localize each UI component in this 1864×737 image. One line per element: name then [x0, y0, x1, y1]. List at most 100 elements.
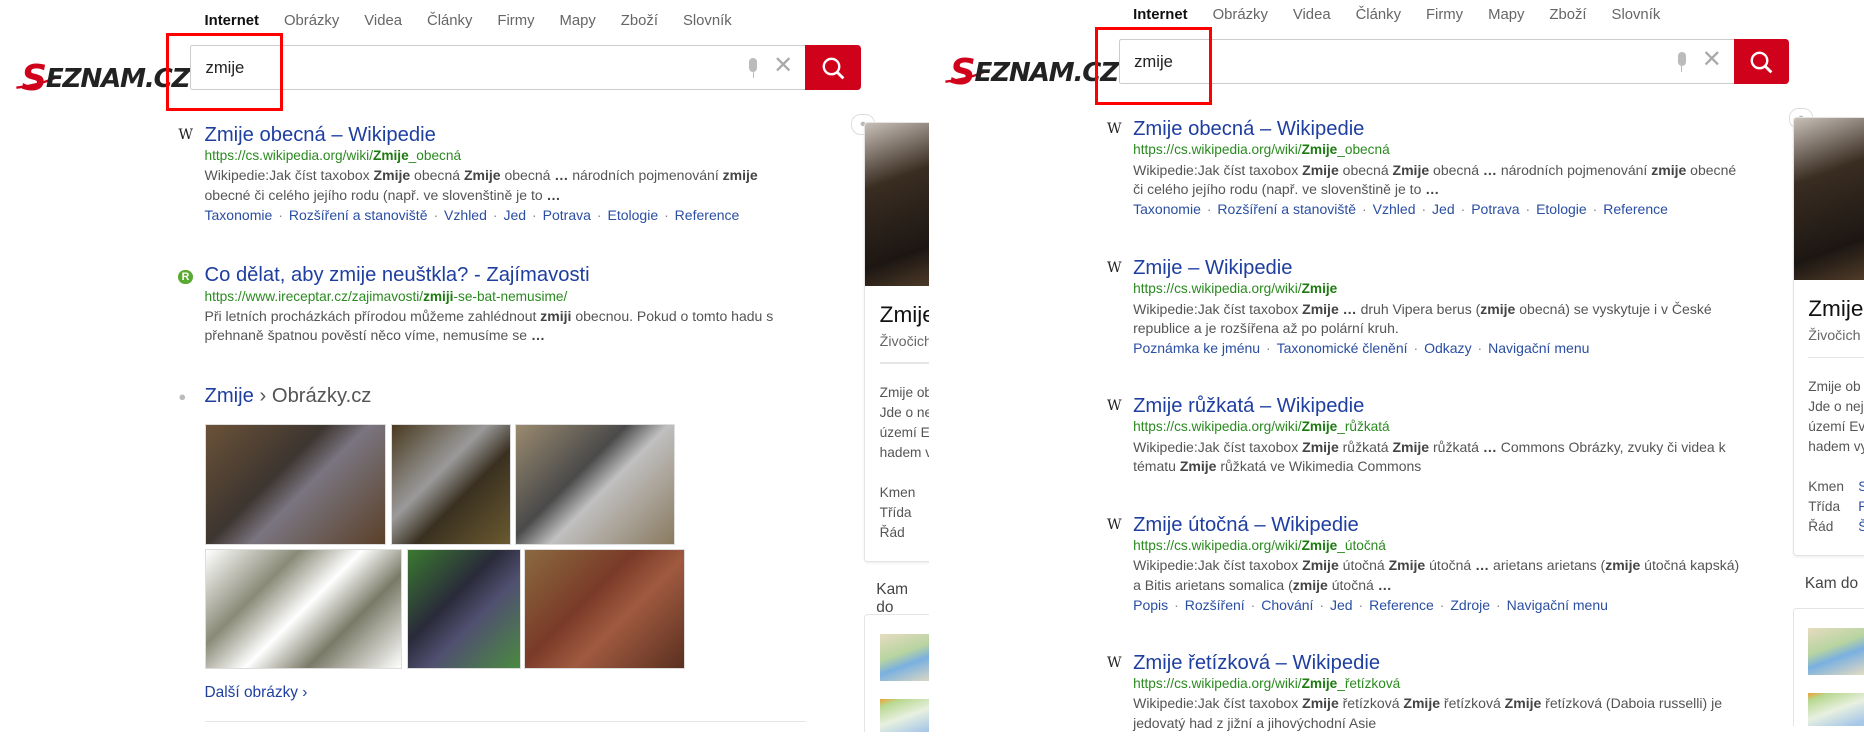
result-url[interactable]: https://www.ireceptar.cz/zajimavosti/zmi… [205, 287, 797, 307]
sitelink[interactable]: Navigační menu [1507, 597, 1608, 613]
snippet-segment: … [1482, 438, 1497, 455]
result-url[interactable]: https://cs.wikipedia.org/wiki/Zmije [1133, 279, 1749, 299]
sitelink[interactable]: Jed [503, 207, 526, 223]
result-title-link[interactable]: Zmije útočná – Wikipedie [1133, 514, 1749, 537]
result-title-link[interactable]: Zmije obecná – Wikipedie [1133, 118, 1749, 141]
snippet-segment: Zmije [1392, 438, 1430, 455]
wikipedia-icon: W [1106, 260, 1122, 277]
clear-icon[interactable]: ✕ [1702, 47, 1722, 73]
divider [1808, 356, 1864, 358]
tab-zboží[interactable]: Zboží [1549, 7, 1586, 23]
tab-firmy[interactable]: Firmy [497, 13, 534, 29]
result-title-link[interactable]: Zmije obecná – Wikipedie [205, 124, 797, 147]
snippet-segment: zmije [1480, 300, 1516, 317]
image-thumbnail[interactable] [391, 424, 512, 545]
url-segment: Zmije [1301, 281, 1338, 297]
result-url[interactable]: https://cs.wikipedia.org/wiki/Zmije_řetí… [1133, 674, 1749, 694]
result-url[interactable]: https://cs.wikipedia.org/wiki/Zmije_útoč… [1133, 536, 1749, 556]
map-thumbnail[interactable] [879, 633, 929, 682]
microphone-icon[interactable] [749, 58, 758, 79]
sitelink[interactable]: Potrava [1471, 201, 1519, 217]
image-thumbnail[interactable] [204, 549, 402, 670]
sitelink[interactable]: Chování [1261, 597, 1313, 613]
description-line: Jde o nej [879, 404, 929, 420]
image-thumbnail[interactable] [514, 424, 676, 545]
tab-videa[interactable]: Videa [364, 13, 402, 29]
tab-mapy[interactable]: Mapy [1488, 7, 1524, 23]
sitelink[interactable]: Etologie [607, 207, 658, 223]
tab-firmy[interactable]: Firmy [1426, 7, 1463, 23]
sitelink[interactable]: Popis [1133, 597, 1168, 613]
sitelink[interactable]: Taxonomie [205, 207, 273, 223]
tab-internet[interactable]: Internet [205, 13, 260, 29]
sitelink[interactable]: Taxonomie [1133, 201, 1201, 217]
separator-dot: · [1460, 200, 1466, 217]
sitelink[interactable]: Jed [1432, 201, 1455, 217]
sitelink[interactable]: Odkazy [1424, 340, 1472, 356]
search-button[interactable] [1733, 39, 1790, 85]
fact-value[interactable]: Š [1858, 517, 1864, 537]
result-url[interactable]: https://cs.wikipedia.org/wiki/Zmije_obec… [205, 146, 797, 166]
sitelink[interactable]: Reference [1603, 201, 1668, 217]
sitelink[interactable]: Rozšíření a stanoviště [289, 207, 428, 223]
tab-obrázky[interactable]: Obrázky [284, 13, 339, 29]
sitelink[interactable]: Rozšíření [1185, 597, 1245, 613]
sitelink[interactable]: Rozšíření a stanoviště [1217, 201, 1356, 217]
sitelink[interactable]: Poznámka ke jménu [1133, 340, 1260, 356]
knowledge-title: Zmije obecná [1808, 295, 1864, 321]
image-thumbnail[interactable] [524, 549, 685, 670]
result-title-link[interactable]: Zmije řetízková – Wikipedie [1133, 652, 1749, 675]
sitelink[interactable]: Vzhled [444, 207, 487, 223]
seznam-logo[interactable]: SEZNAM.CZ [943, 46, 1119, 93]
tab-články[interactable]: Články [1356, 7, 1401, 23]
snippet-segment: útočná [1338, 557, 1389, 574]
image-query-link[interactable]: Zmije [205, 385, 254, 407]
result-title-link[interactable]: Zmije růžkatá – Wikipedie [1133, 395, 1749, 418]
fact-value[interactable]: S [1858, 477, 1864, 497]
image-thumbnail[interactable] [204, 424, 387, 545]
sitelink[interactable]: Vzhled [1373, 201, 1416, 217]
tab-slovník[interactable]: Slovník [1612, 7, 1661, 23]
clear-icon[interactable]: ✕ [773, 53, 793, 79]
search-input-value[interactable]: zmije [1134, 52, 1173, 72]
more-images-link[interactable]: Další obrázky › [205, 684, 308, 702]
url-segment: _řetízková [1337, 676, 1401, 692]
result-title-link[interactable]: Zmije – Wikipedie [1133, 257, 1749, 280]
result-url[interactable]: https://cs.wikipedia.org/wiki/Zmije_obec… [1133, 140, 1749, 160]
sitelink[interactable]: Reference [675, 207, 740, 223]
sitelink[interactable]: Potrava [543, 207, 591, 223]
search-tabs: Internet Obrázky Videa Články Firmy Mapy Zboží… [1133, 7, 1685, 23]
image-thumbnail[interactable] [406, 549, 521, 670]
result-title-link[interactable]: Co dělat, aby zmije neuštkla? - Zajímavo… [205, 264, 797, 287]
sitelink[interactable]: Zdroje [1450, 597, 1490, 613]
tab-videa[interactable]: Videa [1293, 7, 1331, 23]
knowledge-panel-image[interactable] [1793, 117, 1864, 281]
search-input-value[interactable]: zmije [206, 58, 245, 78]
result-url[interactable]: https://cs.wikipedia.org/wiki/Zmije_růžk… [1133, 417, 1749, 437]
snippet-segment: Při letních procházkách přírodou můžeme … [204, 307, 541, 324]
sitelink[interactable]: Jed [1330, 597, 1353, 613]
sitelink[interactable]: Taxonomické členění [1277, 340, 1408, 356]
seznam-logo[interactable]: SEZNAM.CZ [14, 52, 191, 99]
tab-internet[interactable]: Internet [1133, 7, 1188, 23]
search-button[interactable] [804, 45, 861, 91]
tab-obrázky[interactable]: Obrázky [1213, 7, 1268, 23]
tab-slovník[interactable]: Slovník [683, 13, 732, 29]
map-thumbnail[interactable] [1808, 627, 1864, 676]
sitelink[interactable]: Etologie [1536, 201, 1587, 217]
tab-mapy[interactable]: Mapy [559, 13, 595, 29]
tab-zboží[interactable]: Zboží [621, 13, 658, 29]
search-input[interactable]: zmije ✕ [190, 45, 805, 91]
fact-value[interactable]: P [1858, 497, 1864, 517]
snippet-segment: obecná [500, 167, 555, 184]
search-input[interactable]: zmije ✕ [1118, 39, 1734, 85]
map-thumbnail[interactable] [879, 698, 929, 733]
sitelink[interactable]: Reference [1369, 597, 1434, 613]
microphone-icon[interactable] [1677, 52, 1686, 73]
knowledge-panel-image[interactable] [865, 123, 929, 287]
tab-články[interactable]: Články [427, 13, 472, 29]
map-thumbnail[interactable] [1808, 692, 1864, 727]
url-segment: _růžkatá [1337, 419, 1390, 435]
result-snippet: Wikipedie:Jak číst taxobox Zmije obecná … [205, 166, 797, 205]
sitelink[interactable]: Navigační menu [1488, 340, 1589, 356]
